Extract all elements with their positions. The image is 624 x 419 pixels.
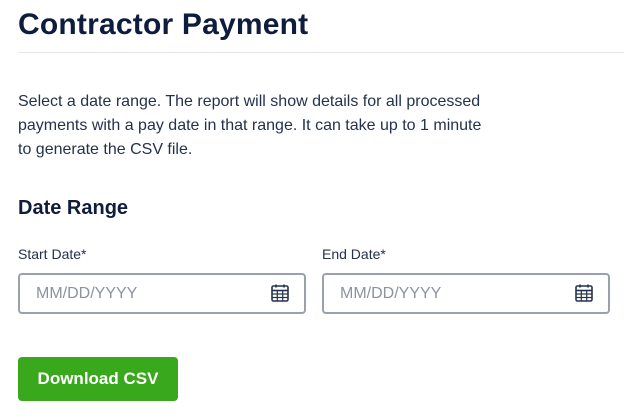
- title-divider: [18, 52, 624, 53]
- report-description: Select a date range. The report will sho…: [18, 93, 482, 158]
- end-date-input[interactable]: [324, 275, 580, 312]
- date-range-heading: Date Range: [18, 197, 129, 219]
- end-date-field: [322, 273, 610, 314]
- start-date-input[interactable]: [20, 275, 276, 312]
- start-date-label: Start Date*: [18, 246, 87, 262]
- download-csv-button[interactable]: Download CSV: [18, 357, 178, 401]
- contractor-payment-page: Contractor Payment Select a date range. …: [0, 0, 624, 419]
- start-date-field: [18, 273, 306, 314]
- calendar-icon[interactable]: [574, 283, 594, 303]
- page-title: Contractor Payment: [18, 8, 309, 41]
- end-date-label: End Date*: [322, 246, 386, 262]
- calendar-icon[interactable]: [270, 283, 290, 303]
